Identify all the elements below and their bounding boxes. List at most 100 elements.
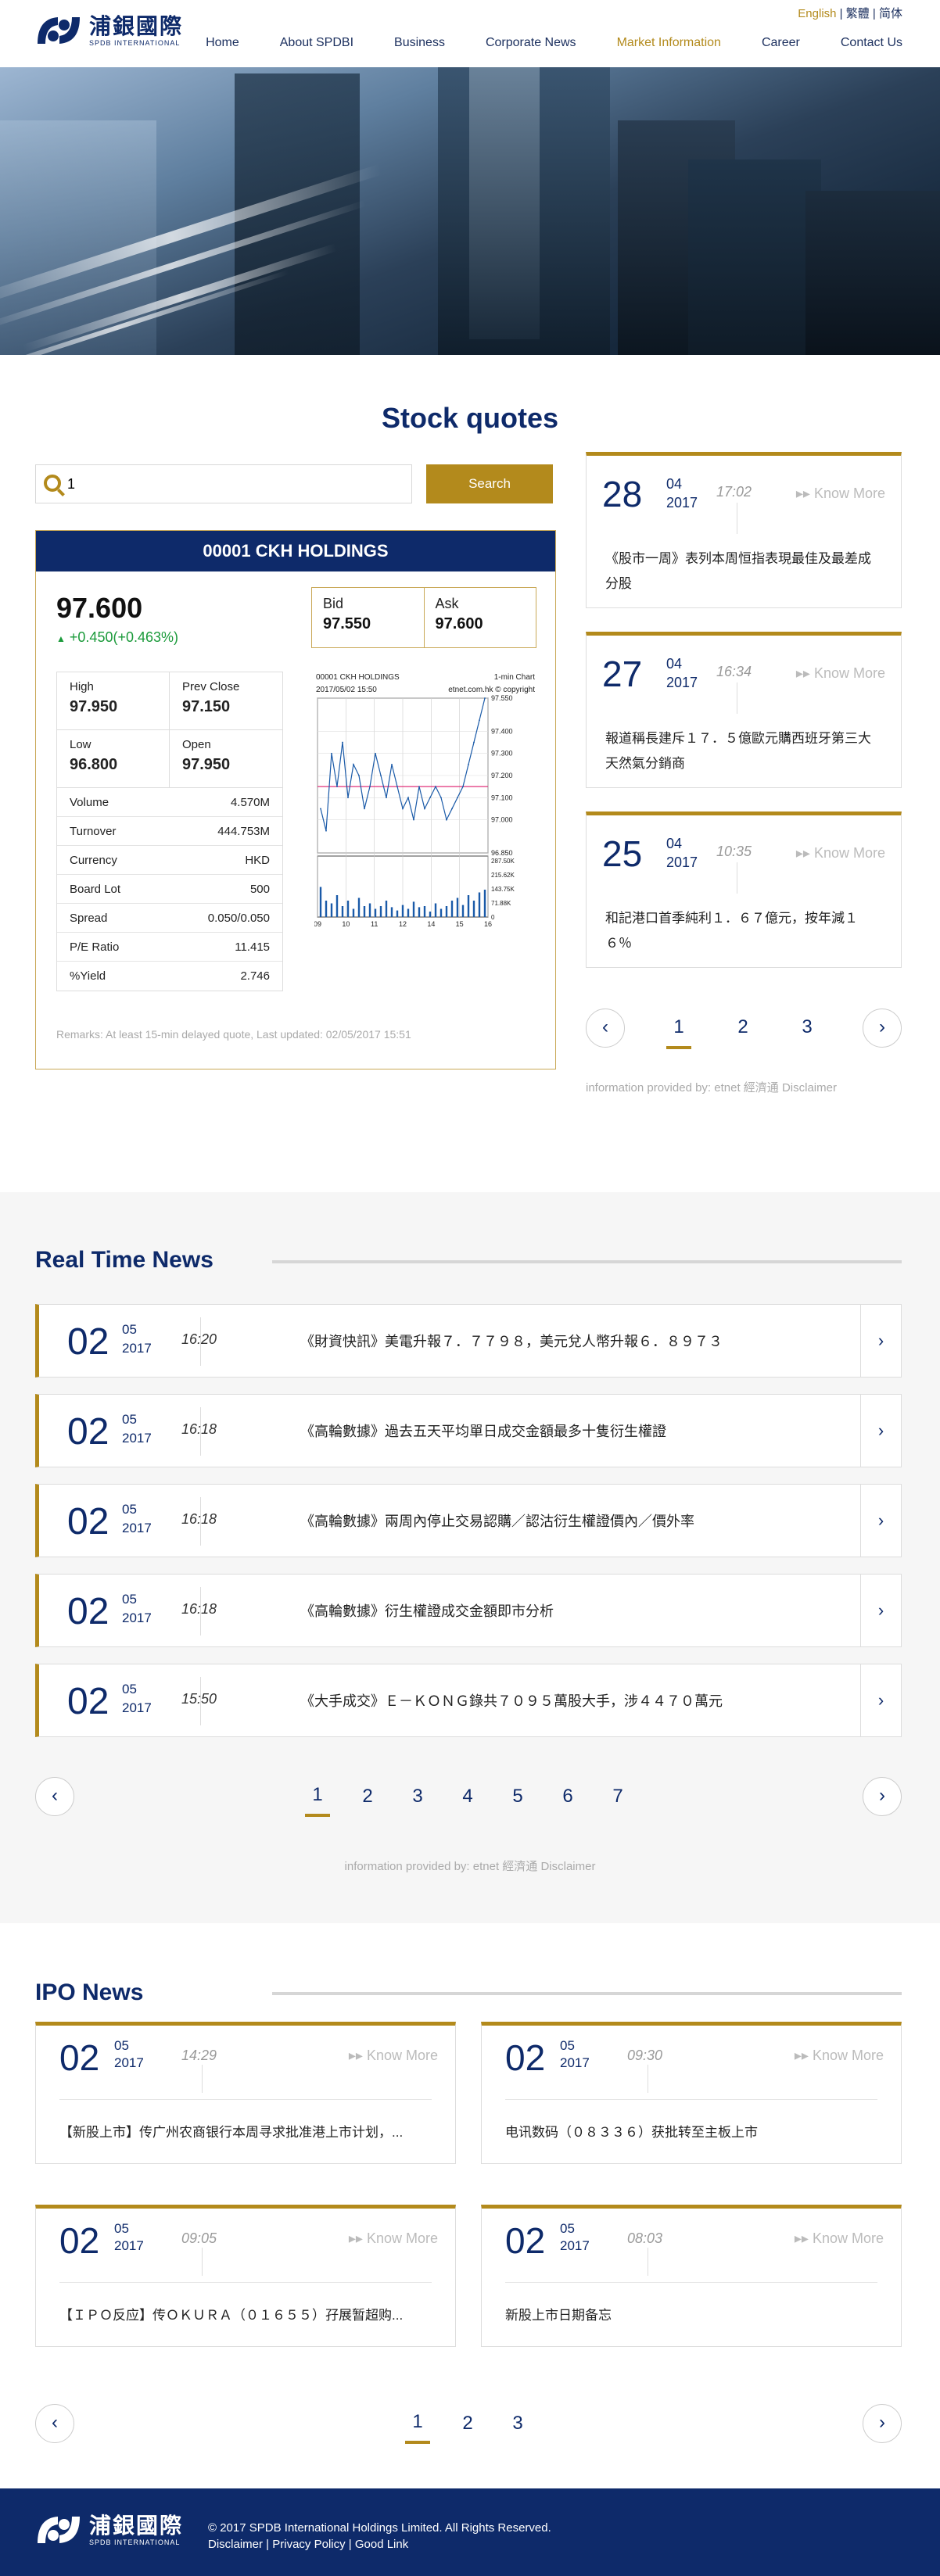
ipo-page-1[interactable]: 1 [402, 2411, 433, 2444]
realtime-page-6[interactable]: 6 [552, 1786, 583, 1807]
side-page-1[interactable]: 1 [663, 1016, 694, 1049]
open-news-button[interactable]: › [860, 1395, 901, 1467]
nav-career[interactable]: Career [762, 36, 800, 50]
ipo-news-card[interactable]: 02 05 2017 09:30 ▸▸ Know More 电讯数码（０８３３６… [481, 2022, 902, 2164]
stat-label: Spread [70, 911, 108, 925]
footer-link-disclaimer[interactable]: Disclaimer [208, 2538, 263, 2551]
nav-contact[interactable]: Contact Us [841, 36, 902, 50]
open-news-button[interactable]: › [860, 1485, 901, 1557]
know-more-link[interactable]: ▸▸ Know More [349, 2048, 438, 2064]
ipo-page-2[interactable]: 2 [452, 2413, 483, 2434]
open-news-button[interactable]: › [860, 1664, 901, 1736]
chevron-right-icon: › [877, 1510, 884, 1530]
stat-label: Open [182, 738, 211, 751]
chart-title: 00001 CKH HOLDINGS [316, 673, 400, 682]
ipo-news-card[interactable]: 02 05 2017 14:29 ▸▸ Know More 【新股上市】传广州农… [35, 2022, 456, 2164]
news-time: 10:35 [716, 844, 752, 859]
ipo-prev-button[interactable]: ‹ [35, 2404, 74, 2443]
ipo-news-card[interactable]: 02 05 2017 08:03 ▸▸ Know More 新股上市日期备忘 [481, 2205, 902, 2347]
nav-about[interactable]: About SPDBI [280, 36, 353, 50]
side-news-card[interactable]: 25 04 2017 10:35 ▸▸ Know More 和記港口首季純利１．… [586, 811, 902, 968]
lang-simplified[interactable]: 简体 [879, 7, 902, 20]
provided-by[interactable]: information provided by: etnet 經濟通 Discl… [0, 1858, 940, 1874]
volume-bar [352, 908, 355, 917]
news-year: 2017 [114, 2055, 144, 2070]
realtime-page-7[interactable]: 7 [602, 1786, 633, 1807]
stock-search-input[interactable] [67, 473, 396, 495]
nav-corporate-news[interactable]: Corporate News [486, 36, 576, 50]
know-more-link[interactable]: ▸▸ Know More [796, 845, 885, 862]
side-prev-button[interactable]: ‹ [586, 1009, 625, 1048]
volume-bar [456, 897, 459, 917]
realtime-page-2[interactable]: 2 [352, 1786, 383, 1807]
volume-bar [341, 906, 344, 917]
price-point [451, 808, 453, 810]
realtime-news-row[interactable]: 02 05 2017 16:18 《高輪數據》兩周內停止交易認購／認沽衍生權證價… [35, 1484, 902, 1557]
logo-name-en: SPDB INTERNATIONAL [89, 2538, 181, 2546]
volume-bar [440, 908, 443, 917]
search-button[interactable]: Search [426, 464, 553, 503]
lang-traditional[interactable]: 繁體 [846, 7, 870, 20]
news-year: 2017 [666, 854, 698, 870]
language-switcher: English | 繁體 | 简体 [798, 7, 902, 20]
double-chevron-icon: ▸▸ [795, 845, 814, 861]
nav-market-information[interactable]: Market Information [617, 36, 721, 50]
x-tick-label: 10 [342, 920, 350, 928]
side-news-card[interactable]: 27 04 2017 16:34 ▸▸ Know More 報道稱長建斥１７．５… [586, 632, 902, 788]
news-month: 05 [122, 1502, 137, 1517]
price-point [391, 763, 393, 765]
know-more-link[interactable]: ▸▸ Know More [795, 2048, 884, 2064]
volume-tick-label: 143.75K [491, 886, 515, 893]
open-news-button[interactable]: › [860, 1575, 901, 1646]
price-point [446, 819, 447, 821]
price-point [413, 819, 414, 821]
stock-price: 97.600 [56, 592, 143, 624]
footer-link-privacy[interactable]: Privacy Policy [272, 2538, 345, 2551]
know-more-link[interactable]: ▸▸ Know More [795, 2230, 884, 2247]
volume-bar [363, 906, 366, 917]
realtime-page-3[interactable]: 3 [402, 1786, 433, 1807]
price-point [375, 752, 376, 754]
open-news-button[interactable]: › [860, 1305, 901, 1377]
price-point [457, 797, 458, 799]
realtime-page-5[interactable]: 5 [502, 1786, 533, 1807]
realtime-news-row[interactable]: 02 05 2017 16:18 《高輪數據》衍生權證成交金額即市分析 › [35, 1574, 902, 1647]
site-logo[interactable]: 浦銀國際 SPDB INTERNATIONAL [34, 13, 183, 48]
know-more-link[interactable]: ▸▸ Know More [349, 2230, 438, 2247]
realtime-next-button[interactable]: › [863, 1777, 902, 1816]
side-news-card[interactable]: 28 04 2017 17:02 ▸▸ Know More 《股市一周》表列本周… [586, 452, 902, 608]
stat-row-currency: Currency HKD [57, 846, 282, 875]
bid-value: 97.550 [323, 615, 371, 632]
stat-row-yield: %Yield 2.746 [57, 962, 282, 991]
know-more-link[interactable]: ▸▸ Know More [796, 485, 885, 502]
ipo-page-3[interactable]: 3 [502, 2413, 533, 2434]
volume-tick-label: 71.88K [491, 900, 511, 907]
realtime-page-1[interactable]: 1 [302, 1784, 333, 1817]
lang-english[interactable]: English [798, 7, 836, 20]
footer-link-good-link[interactable]: Good Link [355, 2538, 408, 2551]
volume-bar [385, 901, 388, 917]
realtime-news-row[interactable]: 02 05 2017 16:18 《高輪數據》過去五天平均單日成交金額最多十隻衍… [35, 1394, 902, 1467]
side-next-button[interactable]: › [863, 1009, 902, 1048]
nav-home[interactable]: Home [206, 36, 239, 50]
news-year: 2017 [122, 1431, 152, 1446]
realtime-page-4[interactable]: 4 [452, 1786, 483, 1807]
ipo-news-card[interactable]: 02 05 2017 09:05 ▸▸ Know More 【ＩＰＯ反应】传ＯＫ… [35, 2205, 456, 2347]
know-more-link[interactable]: ▸▸ Know More [796, 665, 885, 682]
provided-by[interactable]: information provided by: etnet 經濟通 Discl… [586, 1079, 837, 1095]
nav-business[interactable]: Business [394, 36, 445, 50]
realtime-news-row[interactable]: 02 05 2017 15:50 《大手成交》Ｅ－ＫＯＮＧ錄共７０９５萬股大手，… [35, 1664, 902, 1737]
realtime-prev-button[interactable]: ‹ [35, 1777, 74, 1816]
news-day: 25 [602, 833, 643, 874]
price-point [479, 719, 480, 722]
news-month: 05 [122, 1592, 137, 1607]
realtime-news-row[interactable]: 02 05 2017 16:20 《財資快訊》美電升報７．７７９８，美元兌人幣升… [35, 1304, 902, 1378]
footer-logo[interactable]: 浦銀國際 SPDB INTERNATIONAL [34, 2512, 183, 2548]
ipo-next-button[interactable]: › [863, 2404, 902, 2443]
side-page-3[interactable]: 3 [791, 1016, 823, 1038]
stat-row-board-lot: Board Lot 500 [57, 875, 282, 904]
double-chevron-icon: ▸▸ [348, 2230, 367, 2246]
side-page-2[interactable]: 2 [727, 1016, 759, 1038]
price-point [440, 797, 442, 799]
news-day: 02 [505, 2037, 546, 2078]
